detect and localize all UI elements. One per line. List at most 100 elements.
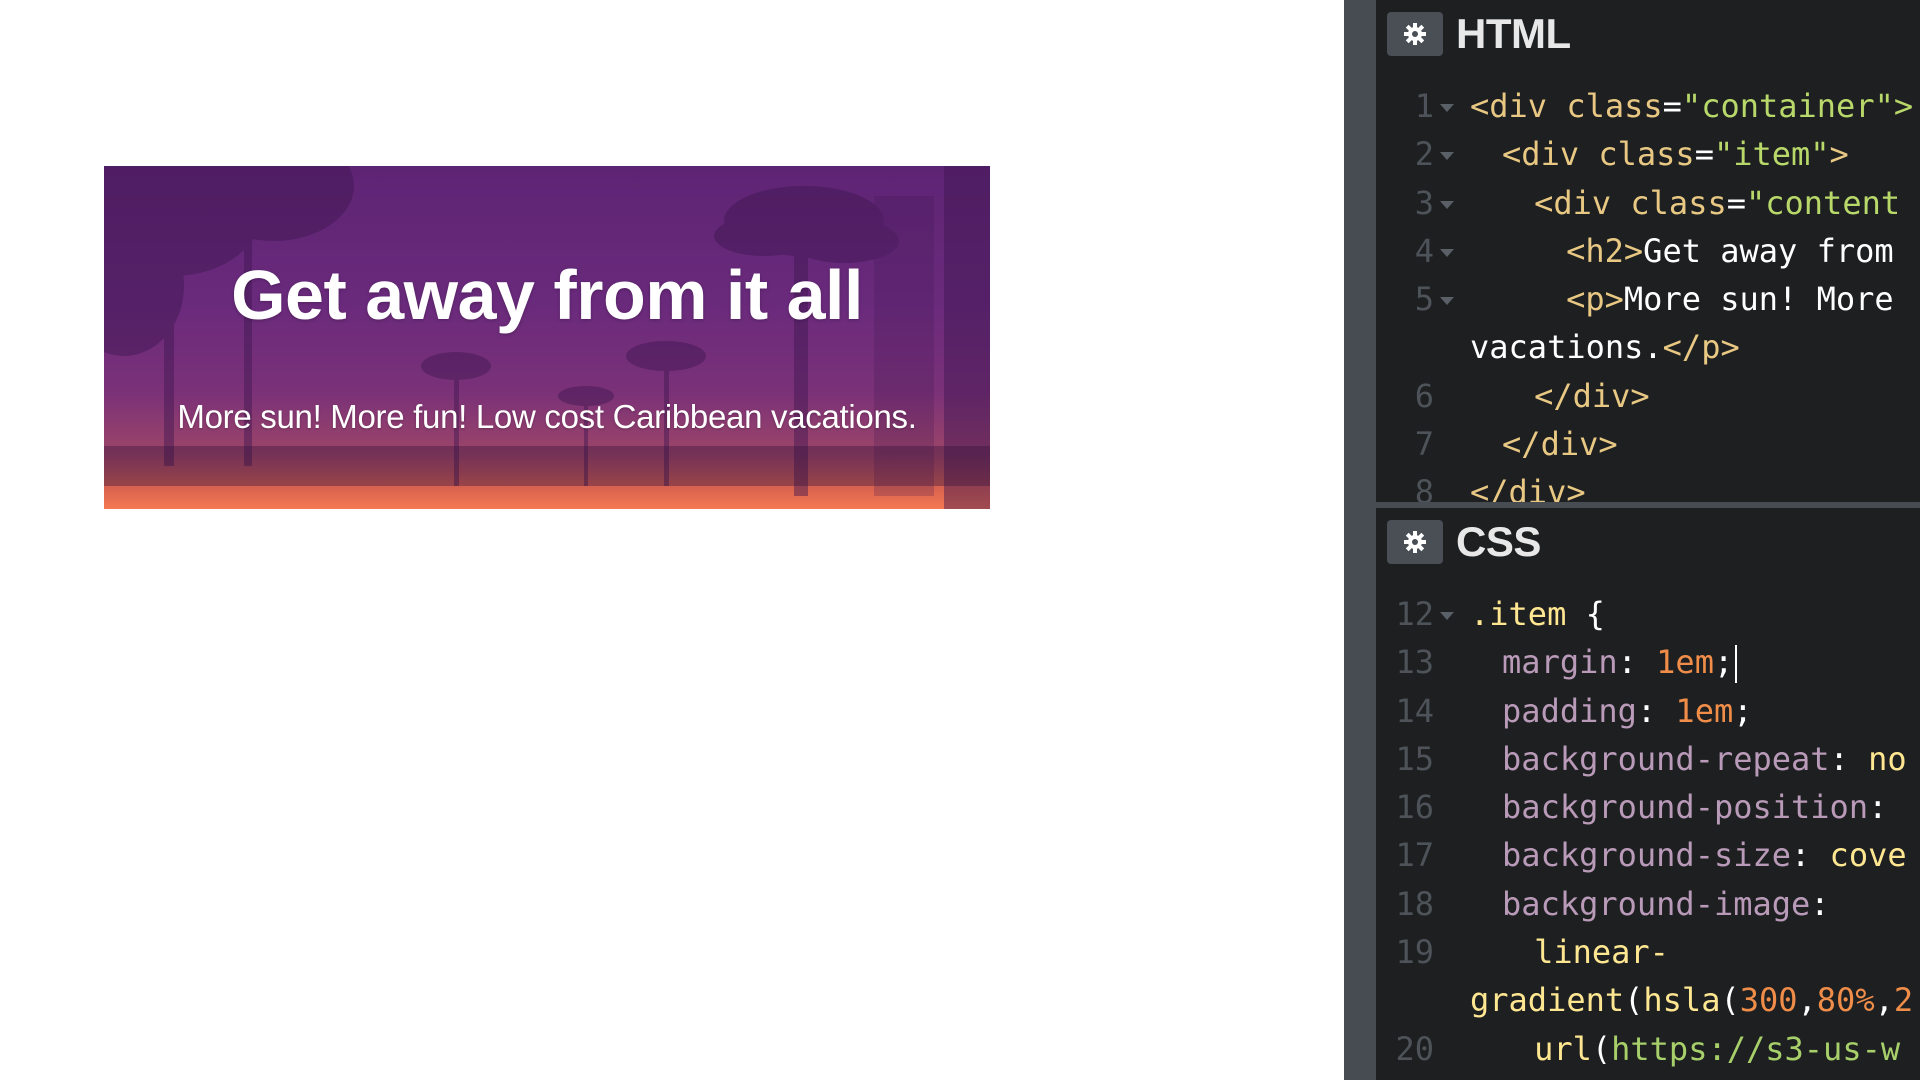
code-token: "container"> bbox=[1681, 87, 1914, 125]
text-cursor bbox=[1735, 645, 1738, 684]
html-code-area[interactable]: 1 <div class="container"> 2 <div class="ite… bbox=[1376, 82, 1920, 502]
code-token: url bbox=[1534, 1029, 1592, 1068]
code-text: vacations.</p> bbox=[1470, 323, 1740, 371]
code-token: background-image bbox=[1502, 884, 1811, 923]
code-token: padding bbox=[1502, 691, 1637, 730]
code-line[interactable]: 12 .item { bbox=[1376, 590, 1920, 638]
code-token: ( bbox=[1624, 981, 1644, 1020]
code-line[interactable]: vacations.</p> bbox=[1376, 323, 1920, 371]
code-line[interactable]: 14 padding: 1em; bbox=[1376, 687, 1920, 735]
code-token: cove bbox=[1829, 836, 1907, 875]
code-text: background-image: bbox=[1502, 880, 1830, 928]
code-text: background-size: cove bbox=[1502, 831, 1907, 879]
code-token: class bbox=[1630, 183, 1727, 222]
fold-arrow-icon[interactable] bbox=[1440, 200, 1454, 209]
code-line[interactable]: 7 </div> bbox=[1376, 420, 1920, 468]
fold-arrow-icon[interactable] bbox=[1440, 152, 1454, 161]
line-number: 8 bbox=[1414, 473, 1434, 502]
css-panel-header: CSS bbox=[1376, 508, 1920, 578]
code-token: <h2> bbox=[1566, 231, 1644, 270]
code-line[interactable]: 16 background-position: bbox=[1376, 783, 1920, 831]
gear-icon bbox=[1404, 23, 1426, 45]
code-line[interactable]: 8 </div> bbox=[1376, 468, 1920, 502]
css-settings-button[interactable] bbox=[1387, 520, 1443, 564]
code-text: margin: 1em; bbox=[1502, 638, 1738, 686]
code-line[interactable]: gradient(hsla(300,80%,2 bbox=[1376, 976, 1920, 1024]
fold-arrow-icon[interactable] bbox=[1440, 297, 1454, 306]
code-text: <div class="item"> bbox=[1502, 130, 1849, 178]
code-text: gradient(hsla(300,80%,2 bbox=[1470, 976, 1913, 1024]
code-token: background-position bbox=[1502, 788, 1869, 827]
code-token: More sun! More bbox=[1623, 280, 1894, 319]
banner-heading: Get away from it all bbox=[231, 256, 863, 334]
code-line[interactable]: 5 <p>More sun! More bbox=[1376, 275, 1920, 323]
html-panel: HTML 1 <div class="container"> 2 <div class… bbox=[1376, 0, 1920, 502]
html-settings-button[interactable] bbox=[1387, 12, 1443, 56]
code-token: </div> bbox=[1502, 425, 1618, 464]
code-line[interactable]: 18 background-image: bbox=[1376, 880, 1920, 928]
code-token: : bbox=[1617, 643, 1657, 682]
html-panel-header: HTML bbox=[1376, 0, 1920, 70]
code-token: https://s3-us-w bbox=[1611, 1029, 1901, 1068]
code-text: background-position: bbox=[1502, 783, 1887, 831]
code-token: margin bbox=[1502, 643, 1618, 682]
gear-icon bbox=[1404, 531, 1426, 553]
code-token: hsla bbox=[1643, 981, 1721, 1020]
line-number: 12 bbox=[1395, 595, 1434, 633]
code-token: = bbox=[1726, 183, 1746, 222]
code-token: "item" bbox=[1713, 135, 1830, 174]
code-token: linear- bbox=[1534, 933, 1669, 972]
line-number: 1 bbox=[1414, 87, 1434, 125]
code-token: 80% bbox=[1816, 981, 1875, 1020]
vacation-banner: Get away from it all More sun! More fun!… bbox=[104, 166, 990, 509]
code-token: : bbox=[1829, 739, 1869, 778]
code-text: </div> bbox=[1470, 468, 1586, 502]
fold-arrow-icon[interactable] bbox=[1440, 104, 1454, 112]
code-editor: HTML 1 <div class="container"> 2 <div class… bbox=[1376, 0, 1920, 1080]
code-token: <div bbox=[1534, 183, 1631, 222]
code-token: , bbox=[1797, 981, 1817, 1020]
code-text: <div class="container"> bbox=[1470, 82, 1913, 130]
banner-subtext: More sun! More fun! Low cost Caribbean v… bbox=[177, 398, 917, 435]
code-line[interactable]: 17 background-size: cove bbox=[1376, 831, 1920, 879]
code-token: gradient bbox=[1470, 981, 1625, 1020]
line-number: 5 bbox=[1414, 280, 1434, 319]
code-line[interactable]: 13 margin: 1em; bbox=[1376, 638, 1920, 686]
code-line[interactable]: 4 <h2>Get away from bbox=[1376, 227, 1920, 275]
line-number: 15 bbox=[1395, 739, 1434, 778]
code-token: ; bbox=[1733, 691, 1753, 730]
palm-trees-background bbox=[104, 166, 990, 509]
code-token: <div bbox=[1502, 135, 1599, 174]
code-token: 1em bbox=[1656, 643, 1714, 682]
code-line[interactable]: 19 linear- bbox=[1376, 928, 1920, 976]
code-token: Get away from bbox=[1643, 231, 1894, 270]
code-line[interactable]: 15 background-repeat: no bbox=[1376, 735, 1920, 783]
line-number: 18 bbox=[1395, 884, 1434, 923]
code-line[interactable]: 1 <div class="container"> bbox=[1376, 82, 1920, 130]
line-number: 16 bbox=[1395, 788, 1434, 827]
code-token: { bbox=[1585, 595, 1605, 633]
code-token: = bbox=[1662, 87, 1682, 125]
code-line[interactable]: 2 <div class="item"> bbox=[1376, 130, 1920, 178]
line-number: 4 bbox=[1414, 231, 1434, 270]
code-token: : bbox=[1791, 836, 1830, 875]
code-line[interactable]: 3 <div class="content bbox=[1376, 179, 1920, 227]
code-text: </div> bbox=[1534, 372, 1650, 420]
code-line[interactable]: 6 </div> bbox=[1376, 372, 1920, 420]
line-number: 17 bbox=[1395, 836, 1434, 875]
code-token: class bbox=[1598, 135, 1695, 174]
fold-arrow-icon[interactable] bbox=[1440, 248, 1454, 257]
line-number: 14 bbox=[1395, 691, 1434, 730]
code-token: > bbox=[1829, 135, 1849, 174]
css-panel-title: CSS bbox=[1456, 518, 1541, 565]
code-line[interactable]: 20 url(https://s3-us-w bbox=[1376, 1025, 1920, 1073]
code-token: vacations. bbox=[1470, 328, 1663, 367]
fold-arrow-icon[interactable] bbox=[1440, 612, 1454, 620]
line-number: 13 bbox=[1395, 643, 1434, 682]
code-token: = bbox=[1694, 135, 1714, 174]
preview-pane: Get away from it all More sun! More fun!… bbox=[0, 0, 1344, 1080]
code-token: "content bbox=[1745, 183, 1901, 222]
code-token: </p> bbox=[1662, 328, 1740, 367]
css-code-area[interactable]: 12 .item {13 margin: 1em; 14 padding: 1em; 15… bbox=[1376, 590, 1920, 1073]
code-token: .item bbox=[1470, 595, 1586, 633]
